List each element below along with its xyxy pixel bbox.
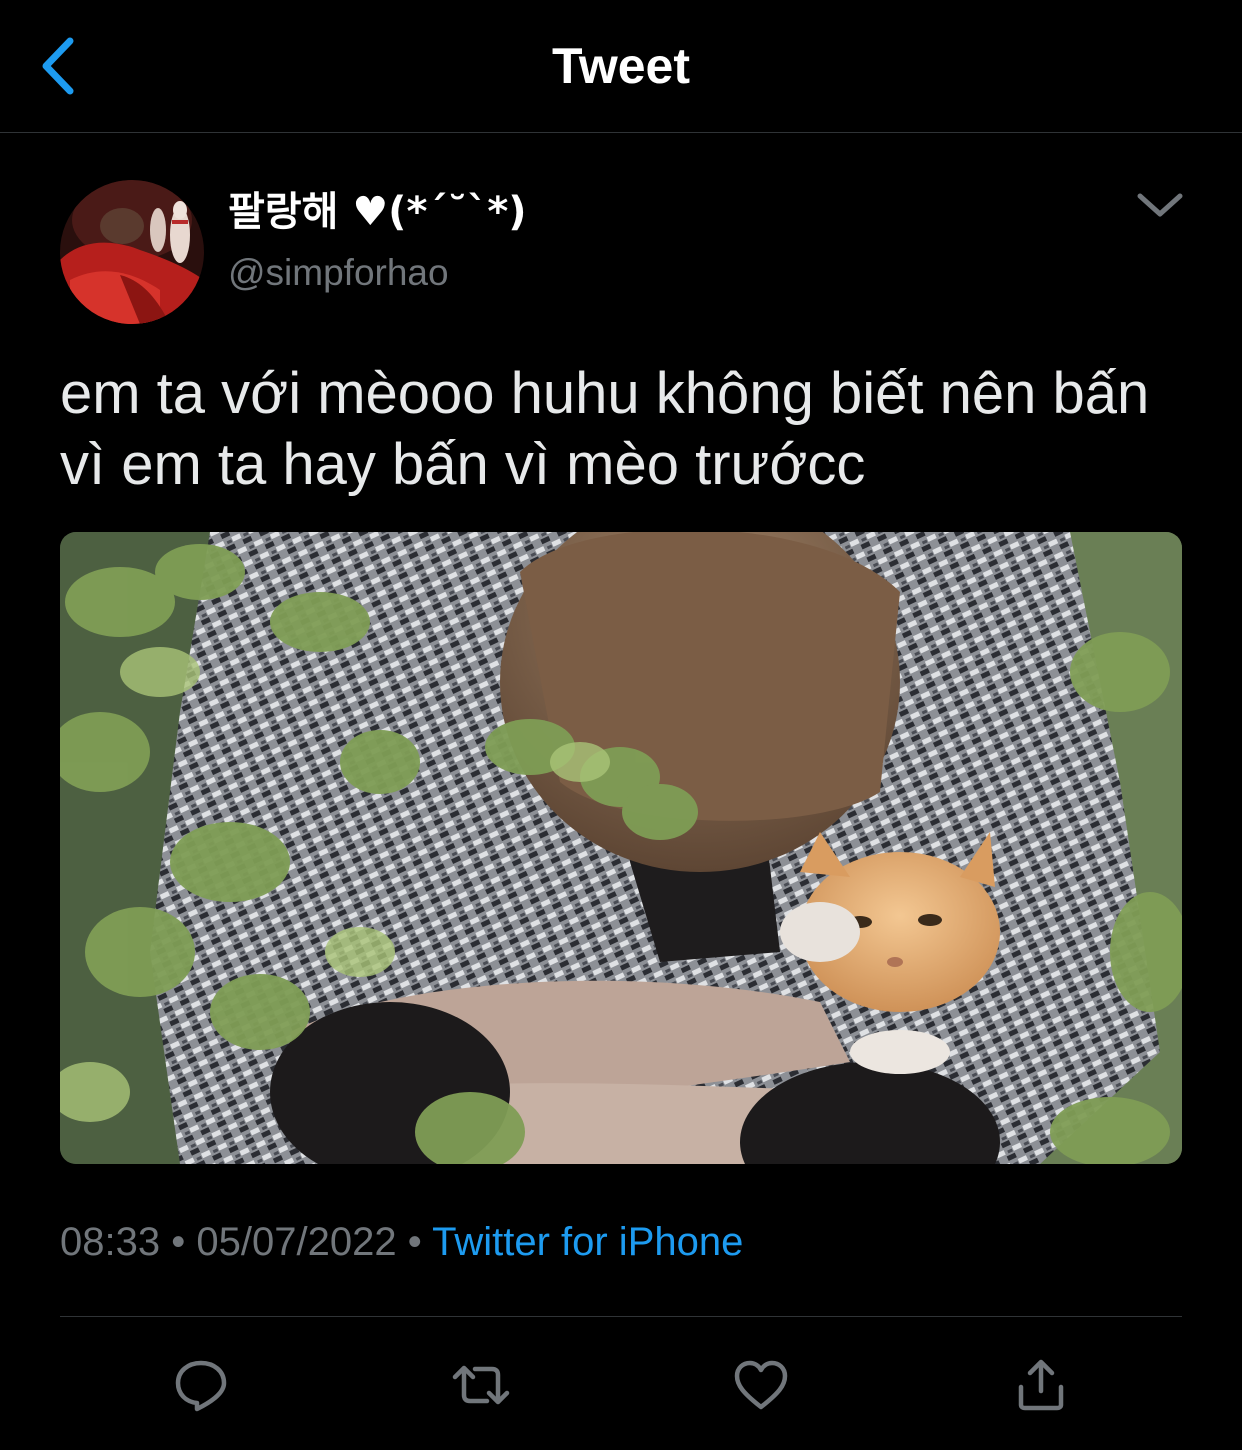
tweet-time: 08:33	[60, 1220, 161, 1264]
reply-icon	[175, 1360, 227, 1412]
divider	[60, 1316, 1182, 1317]
share-icon	[1018, 1359, 1064, 1411]
retweet-button[interactable]	[446, 1350, 516, 1420]
share-button[interactable]	[1006, 1350, 1076, 1420]
retweet-icon	[452, 1365, 510, 1405]
tweet-media-image[interactable]	[60, 532, 1182, 1164]
tweet-source-link[interactable]: Twitter for iPhone	[432, 1220, 743, 1264]
tweet-action-bar	[0, 1350, 1242, 1420]
avatar-image	[60, 180, 204, 324]
tweet-date: 05/07/2022	[196, 1220, 397, 1264]
tweet-meta: 08:33 • 05/07/2022 • Twitter for iPhone	[60, 1216, 743, 1268]
like-button[interactable]	[726, 1350, 796, 1420]
meta-separator: •	[171, 1220, 186, 1264]
top-nav-bar: Tweet	[0, 0, 1242, 133]
like-icon	[734, 1360, 788, 1410]
author-display-name[interactable]: 팔랑해 ♥(*ˊ˘ˋ*)	[228, 186, 527, 238]
more-options-button[interactable]	[1130, 180, 1190, 230]
tweet-text: em ta với mèooo huhu không biết nên bấn …	[60, 361, 1150, 497]
photo-person-holding-cat	[60, 532, 1182, 1164]
reply-button[interactable]	[166, 1350, 236, 1420]
author-handle[interactable]: @simpforhao	[228, 250, 449, 296]
chevron-down-icon	[1137, 193, 1183, 217]
meta-separator: •	[407, 1220, 422, 1264]
page-title: Tweet	[552, 38, 690, 94]
avatar[interactable]	[60, 180, 204, 324]
